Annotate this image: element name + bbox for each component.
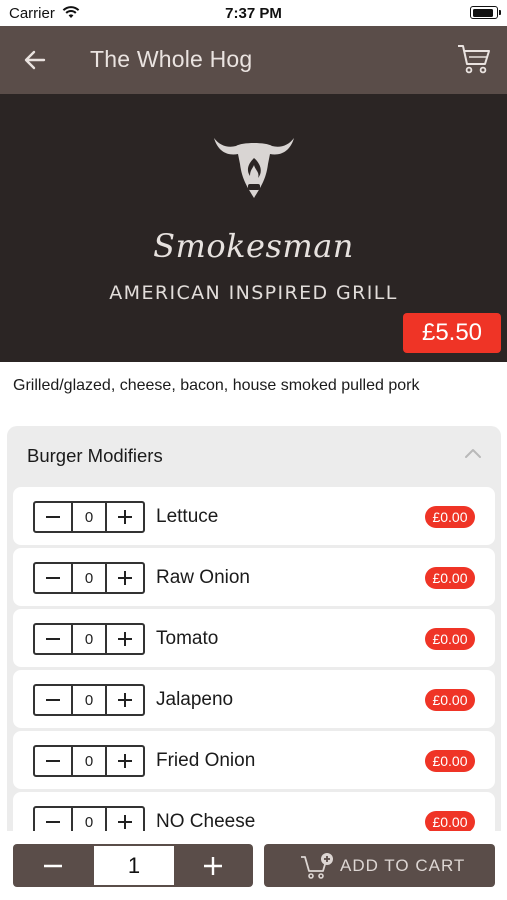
increment-button[interactable] <box>107 686 143 714</box>
plus-icon <box>118 571 132 585</box>
plus-icon <box>118 815 132 829</box>
minus-icon <box>46 821 60 823</box>
modifier-price: £0.00 <box>425 628 475 650</box>
status-bar: Carrier 7:37 PM <box>0 0 507 26</box>
modifier-price: £0.00 <box>425 506 475 528</box>
product-description: Grilled/glazed, cheese, bacon, house smo… <box>13 377 420 394</box>
modifier-quantity: 0 <box>71 747 107 775</box>
increment-button[interactable] <box>107 503 143 531</box>
quantity-decrement-button[interactable] <box>13 844 93 887</box>
modifier-row: 0 Raw Onion £0.00 <box>13 548 495 606</box>
modifier-price: £0.00 <box>425 689 475 711</box>
minus-icon <box>46 760 60 762</box>
plus-icon <box>118 754 132 768</box>
modifier-label: Lettuce <box>156 506 219 527</box>
modifier-row: 0 Tomato £0.00 <box>13 609 495 667</box>
plus-icon <box>118 510 132 524</box>
back-button[interactable] <box>18 44 52 76</box>
quantity-value[interactable]: 1 <box>94 846 174 885</box>
modifier-quantity: 0 <box>71 564 107 592</box>
modifier-price: £0.00 <box>425 567 475 589</box>
modifier-label: Fried Onion <box>156 750 256 771</box>
increment-button[interactable] <box>107 747 143 775</box>
add-to-cart-icon <box>301 853 333 879</box>
arrow-left-icon <box>24 50 46 70</box>
increment-button[interactable] <box>107 564 143 592</box>
brand-name: Smokesman <box>153 227 354 265</box>
modifiers-title: Burger Modifiers <box>27 445 163 466</box>
minus-icon <box>46 638 60 640</box>
modifier-quantity-stepper: 0 <box>33 562 145 594</box>
decrement-button[interactable] <box>35 503 71 531</box>
minus-icon <box>46 699 60 701</box>
cart-button[interactable] <box>455 41 493 77</box>
modifier-label: NO Cheese <box>156 811 256 832</box>
bottom-action-bar: 1 ADD TO CART <box>0 831 507 900</box>
modifier-label: Tomato <box>156 628 219 649</box>
modifier-quantity: 0 <box>71 686 107 714</box>
status-time: 7:37 PM <box>225 5 282 22</box>
decrement-button[interactable] <box>35 686 71 714</box>
page-title: The Whole Hog <box>90 46 253 72</box>
decrement-button[interactable] <box>35 747 71 775</box>
modifier-quantity-stepper: 0 <box>33 623 145 655</box>
increment-button[interactable] <box>107 625 143 653</box>
modifier-label: Raw Onion <box>156 567 250 588</box>
decrement-button[interactable] <box>35 564 71 592</box>
quantity-stepper: 1 <box>13 844 253 887</box>
minus-icon <box>46 516 60 518</box>
product-detail-screen: Carrier 7:37 PM The Whole Hog Smokesman … <box>0 0 507 900</box>
modifier-quantity: 0 <box>71 625 107 653</box>
modifier-quantity-stepper: 0 <box>33 684 145 716</box>
price-badge: £5.50 <box>403 313 501 353</box>
modifier-label: Jalapeno <box>156 689 234 710</box>
shopping-cart-icon <box>458 45 490 74</box>
bull-head-flame-logo <box>214 138 294 198</box>
modifiers-panel: Burger Modifiers 0 Lettuce £0.00 0 Raw O… <box>7 426 501 900</box>
plus-icon <box>118 632 132 646</box>
minus-icon <box>44 864 62 867</box>
modifier-row: 0 Jalapeno £0.00 <box>13 670 495 728</box>
add-to-cart-button[interactable]: ADD TO CART <box>264 844 495 887</box>
product-hero-image: Smokesman AMERICAN INSPIRED GRILL £5.50 <box>0 94 507 362</box>
plus-icon <box>118 693 132 707</box>
decrement-button[interactable] <box>35 625 71 653</box>
modifier-quantity: 0 <box>71 503 107 531</box>
modifier-price: £0.00 <box>425 811 475 833</box>
modifier-row: 0 Fried Onion £0.00 <box>13 731 495 789</box>
modifier-quantity-stepper: 0 <box>33 745 145 777</box>
battery-icon <box>470 6 501 19</box>
quantity-increment-button[interactable] <box>173 844 253 887</box>
minus-icon <box>46 577 60 579</box>
brand-tagline: AMERICAN INSPIRED GRILL <box>109 282 398 304</box>
plus-icon <box>204 856 222 875</box>
modifier-row: 0 Lettuce £0.00 <box>13 487 495 545</box>
battery-level <box>472 8 494 17</box>
add-to-cart-label: ADD TO CART <box>340 856 466 875</box>
modifier-price: £0.00 <box>425 750 475 772</box>
nav-bar: The Whole Hog <box>0 26 507 94</box>
modifier-quantity-stepper: 0 <box>33 501 145 533</box>
chevron-up-icon <box>465 449 481 458</box>
modifiers-header[interactable]: Burger Modifiers <box>7 426 501 484</box>
